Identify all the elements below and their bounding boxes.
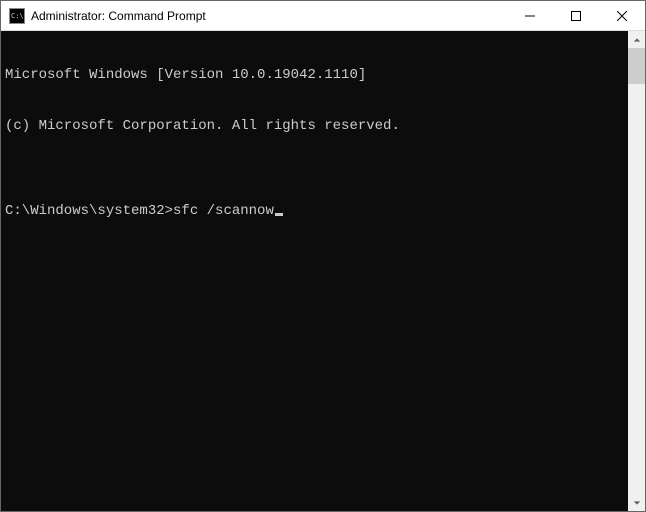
- app-icon: C:\.: [9, 8, 25, 24]
- chevron-up-icon: [633, 36, 641, 44]
- minimize-icon: [525, 11, 535, 21]
- scrollbar-track[interactable]: [628, 48, 645, 494]
- maximize-icon: [571, 11, 581, 21]
- window-title: Administrator: Command Prompt: [31, 9, 507, 23]
- terminal-output[interactable]: Microsoft Windows [Version 10.0.19042.11…: [1, 31, 628, 511]
- close-button[interactable]: [599, 1, 645, 30]
- maximize-button[interactable]: [553, 1, 599, 30]
- close-icon: [617, 11, 627, 21]
- command-input[interactable]: sfc /scannow: [173, 203, 274, 219]
- client-area: Microsoft Windows [Version 10.0.19042.11…: [1, 31, 645, 511]
- prompt: C:\Windows\system32>: [5, 203, 173, 219]
- chevron-down-icon: [633, 499, 641, 507]
- scroll-up-button[interactable]: [628, 31, 645, 48]
- prompt-line: C:\Windows\system32>sfc /scannow: [5, 203, 624, 220]
- output-line: Microsoft Windows [Version 10.0.19042.11…: [5, 67, 624, 84]
- scroll-down-button[interactable]: [628, 494, 645, 511]
- scrollbar-thumb[interactable]: [628, 48, 645, 84]
- window-controls: [507, 1, 645, 30]
- text-cursor: [275, 213, 283, 216]
- output-line: (c) Microsoft Corporation. All rights re…: [5, 118, 624, 135]
- command-prompt-window: C:\. Administrator: Command Prompt Micro…: [0, 0, 646, 512]
- titlebar[interactable]: C:\. Administrator: Command Prompt: [1, 1, 645, 31]
- vertical-scrollbar[interactable]: [628, 31, 645, 511]
- minimize-button[interactable]: [507, 1, 553, 30]
